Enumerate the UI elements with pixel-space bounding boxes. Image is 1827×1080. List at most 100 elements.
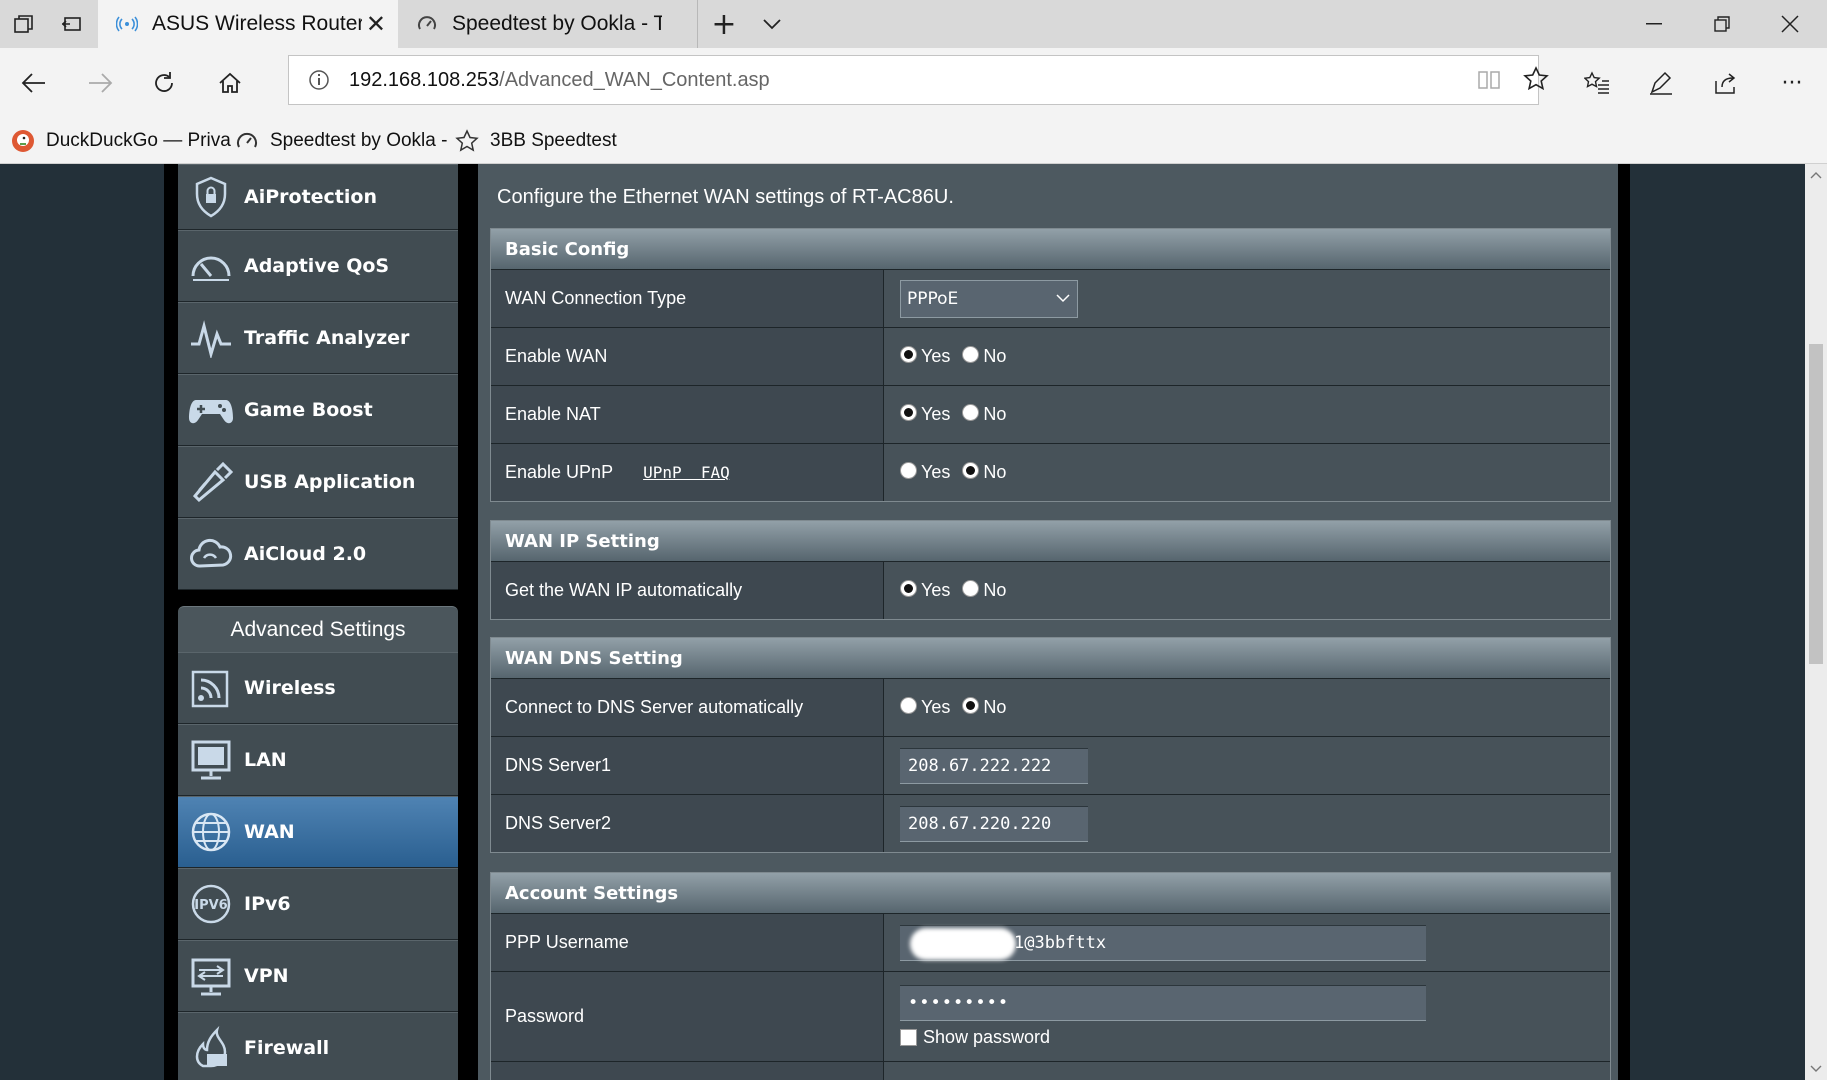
row-wan-ip-auto: Get the WAN IP automatically Yes No [491, 561, 1610, 619]
radio-button[interactable] [962, 404, 980, 421]
row-password: Password ••••••••• Show password [491, 971, 1610, 1061]
enable-nat-yes-option[interactable]: Yes [900, 404, 950, 425]
refresh-icon[interactable] [132, 48, 196, 118]
row-ppp-username: PPP Username 1@3bbfttx [491, 913, 1610, 971]
page-scrollbar[interactable] [1805, 164, 1827, 1080]
field-label: WAN Connection Type [491, 270, 884, 327]
tab-preview-chevron-icon[interactable] [748, 0, 796, 48]
field-label: Get the WAN IP automatically [491, 562, 884, 619]
menu-item-wan[interactable]: WAN [178, 796, 458, 868]
row-dns-auto: Connect to DNS Server automatically Yes … [491, 678, 1610, 736]
radio-button[interactable] [962, 697, 980, 714]
share-icon[interactable] [1695, 48, 1759, 118]
password-input[interactable]: ••••••••• [900, 985, 1426, 1021]
wan-connection-type-select[interactable]: PPPoE [900, 279, 1078, 318]
dns-auto-no-option[interactable]: No [962, 697, 1006, 718]
url-input[interactable]: 192.168.108.253/Advanced_WAN_Content.asp [288, 55, 1549, 105]
more-options-icon[interactable]: ··· [1760, 48, 1824, 118]
address-toolbar: 192.168.108.253/Advanced_WAN_Content.asp… [0, 48, 1827, 118]
section-wan-dns-setting: WAN DNS Setting Connect to DNS Server au… [490, 637, 1611, 853]
site-info-icon[interactable] [307, 68, 331, 92]
radio-button[interactable] [900, 697, 917, 714]
menu-item-adaptive-qos[interactable]: Adaptive QoS [178, 230, 458, 302]
dns-server2-input[interactable]: 208.67.220.220 [900, 805, 1088, 842]
menu-item-aiprotection[interactable]: AiProtection [178, 164, 458, 230]
dns-server1-input[interactable]: 208.67.222.222 [900, 747, 1088, 784]
tab-title: ASUS Wireless Router R [152, 12, 362, 35]
radio-button[interactable] [900, 404, 917, 421]
reading-view-icon[interactable] [1477, 68, 1501, 96]
scroll-thumb[interactable] [1809, 344, 1823, 664]
gamepad-icon [188, 387, 234, 433]
duckduckgo-logo-icon [10, 128, 36, 154]
close-window-icon[interactable] [1756, 0, 1824, 48]
radio-button[interactable] [962, 346, 980, 363]
scroll-up-arrow-icon[interactable] [1805, 164, 1827, 186]
tab-title: Speedtest by Ookla - The G [452, 12, 662, 35]
menu-group-gap [178, 590, 458, 606]
enable-upnp-no-option[interactable]: No [962, 462, 1006, 483]
favorite-star-icon[interactable] [1523, 66, 1549, 96]
close-tab-icon[interactable]: ✕ [366, 10, 386, 39]
tab-asus-router[interactable]: ASUS Wireless Router R ✕ [98, 0, 398, 48]
favorites-hub-icon[interactable] [1565, 48, 1629, 118]
show-password-option[interactable]: Show password [900, 1027, 1050, 1048]
home-icon[interactable] [198, 48, 262, 118]
restore-icon[interactable] [1688, 0, 1756, 48]
menu-item-lan[interactable]: LAN [178, 724, 458, 796]
forward-arrow-icon[interactable] [68, 48, 132, 118]
menu-item-game-boost[interactable]: Game Boost [178, 374, 458, 446]
tab-speedtest[interactable]: Speedtest by Ookla - The G [398, 0, 698, 48]
radio-button[interactable] [962, 580, 980, 597]
row-next-partial [491, 1061, 1610, 1080]
advanced-settings-heading: Advanced Settings [178, 606, 458, 652]
web-note-pen-icon[interactable] [1629, 48, 1693, 118]
enable-wan-yes-option[interactable]: Yes [900, 346, 950, 367]
scroll-down-arrow-icon[interactable] [1805, 1058, 1827, 1080]
upnp-faq-link[interactable]: UPnP FAQ [643, 463, 730, 482]
radio-button[interactable] [900, 580, 917, 597]
svg-text:IPV6: IPV6 [194, 898, 227, 913]
enable-nat-no-option[interactable]: No [962, 404, 1006, 425]
menu-item-aicloud[interactable]: AiCloud 2.0 [178, 518, 458, 590]
menu-item-wireless[interactable]: Wireless [178, 652, 458, 724]
dns-auto-yes-option[interactable]: Yes [900, 697, 950, 718]
wan-ip-auto-yes-option[interactable]: Yes [900, 580, 950, 601]
firewall-icon [188, 1025, 234, 1071]
monitor-icon [188, 737, 234, 783]
menu-item-traffic-analyzer[interactable]: Traffic Analyzer [178, 302, 458, 374]
show-password-checkbox[interactable] [900, 1029, 917, 1046]
tab-manager-icon[interactable] [0, 0, 48, 48]
menu-item-ipv6[interactable]: IPV6 IPv6 [178, 868, 458, 940]
radio-button[interactable] [900, 462, 917, 479]
bookmark-duckduckgo[interactable]: DuckDuckGo — Priva [10, 118, 231, 164]
wan-ip-auto-no-option[interactable]: No [962, 580, 1006, 601]
row-wan-connection-type: WAN Connection Type PPPoE [491, 269, 1610, 327]
set-aside-tabs-icon[interactable] [48, 0, 96, 48]
menu-item-usb-application[interactable]: USB Application [178, 446, 458, 518]
usb-icon [188, 459, 234, 505]
wifi-icon [188, 665, 234, 711]
enable-wan-no-option[interactable]: No [962, 346, 1006, 367]
globe-icon [188, 809, 234, 855]
menu-item-vpn[interactable]: VPN [178, 940, 458, 1012]
menu-item-firewall[interactable]: Firewall [178, 1012, 458, 1080]
enable-upnp-yes-option[interactable]: Yes [900, 462, 950, 483]
bookmark-label: 3BB Speedtest [490, 130, 617, 151]
speedtest-favicon-icon [234, 128, 260, 154]
pulse-icon [188, 315, 234, 361]
new-tab-icon[interactable]: + [700, 0, 748, 48]
browser-tab-bar: ASUS Wireless Router R ✕ Speedtest by Oo… [0, 0, 1827, 48]
speedtest-favicon-icon [412, 13, 442, 35]
minimize-icon[interactable] [1620, 0, 1688, 48]
section-basic-config: Basic Config WAN Connection Type PPPoE E… [490, 228, 1611, 502]
radio-button[interactable] [962, 462, 980, 479]
radio-button[interactable] [900, 346, 917, 363]
section-title: WAN IP Setting [491, 521, 1610, 561]
bookmark-3bb-speedtest[interactable]: 3BB Speedtest [454, 118, 617, 164]
section-title: WAN DNS Setting [491, 638, 1610, 678]
back-arrow-icon[interactable] [2, 48, 66, 118]
bookmark-speedtest[interactable]: Speedtest by Ookla - [234, 118, 447, 164]
row-dns-server2: DNS Server2 208.67.220.220 [491, 794, 1610, 852]
ppp-username-input[interactable]: 1@3bbfttx [900, 924, 1426, 961]
